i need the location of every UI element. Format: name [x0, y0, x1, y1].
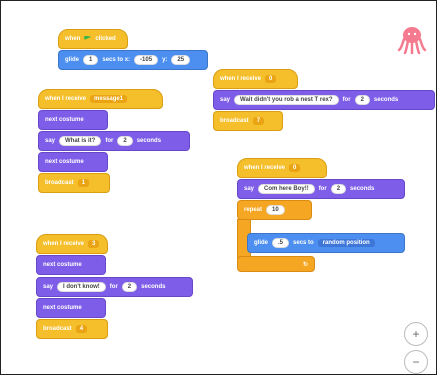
next-costume-label: next costume — [45, 117, 84, 123]
octopus-sprite-icon — [397, 27, 427, 55]
next-costume-label: next costume — [43, 262, 82, 268]
glide-mid-label: secs to x: — [102, 57, 131, 63]
zoom-out-icon: − — [412, 355, 420, 369]
repeat-label: repeat — [244, 207, 263, 213]
say-text-input[interactable]: I don't know! — [57, 282, 106, 292]
say-for-secs-block[interactable]: say What is it? for 2 seconds — [38, 131, 190, 151]
green-flag-icon — [84, 35, 92, 40]
glide-to-random-block[interactable]: glide .5 secs to random position — [247, 233, 405, 253]
say-unit-label: seconds — [373, 97, 399, 103]
repeat-count-input[interactable]: 10 — [266, 205, 285, 215]
glide-x-input[interactable]: -105 — [134, 55, 159, 65]
message-dropdown[interactable]: 0 — [289, 164, 301, 172]
next-costume-block[interactable]: next costume — [38, 110, 108, 130]
say-label: say — [244, 186, 255, 192]
say-for-label: for — [105, 138, 114, 144]
say-label: say — [45, 138, 56, 144]
say-unit-label: seconds — [136, 138, 162, 144]
glide-y-input[interactable]: 25 — [171, 55, 191, 65]
say-label: say — [43, 284, 54, 290]
loop-arrow-icon: ↻ — [302, 261, 308, 268]
message-dropdown[interactable]: 3 — [88, 240, 100, 248]
say-secs-input[interactable]: 2 — [117, 136, 133, 146]
glide-mid-label: secs to — [293, 240, 314, 246]
hat-label-2: clicked — [95, 36, 116, 42]
repeat-block[interactable]: repeat 10 — [237, 200, 312, 220]
next-costume-block[interactable]: next costume — [38, 152, 108, 172]
broadcast-block[interactable]: broadcast 7 — [213, 111, 283, 131]
say-text-input[interactable]: Wait didn't you rob a nest T rex? — [234, 95, 339, 105]
say-text-input[interactable]: Com here Boy!! — [258, 184, 315, 194]
broadcast-label: broadcast — [45, 180, 74, 186]
repeat-foot: ↻ — [237, 256, 315, 272]
say-secs-input[interactable]: 2 — [330, 184, 347, 194]
say-unit-label: seconds — [141, 284, 166, 290]
broadcast-dropdown[interactable]: 1 — [77, 179, 90, 187]
when-i-receive-hat[interactable]: when I receive message1 — [38, 89, 163, 109]
broadcast-dropdown[interactable]: 4 — [75, 325, 88, 333]
hat-label: when I receive — [43, 241, 85, 247]
say-for-label: for — [342, 97, 351, 103]
say-for-label: for — [318, 186, 327, 192]
say-secs-input[interactable]: 2 — [121, 282, 138, 292]
say-for-label: for — [109, 284, 118, 290]
next-costume-label: next costume — [45, 159, 84, 165]
broadcast-block[interactable]: broadcast 4 — [36, 319, 108, 339]
message-dropdown[interactable]: message1 — [90, 95, 128, 103]
when-flag-clicked-hat[interactable]: when clicked — [58, 29, 128, 49]
glide-secs-input[interactable]: 1 — [83, 55, 99, 65]
zoom-in-button[interactable]: + — [404, 322, 428, 346]
when-i-receive-hat[interactable]: when I receive 3 — [36, 234, 108, 254]
message-dropdown[interactable]: 0 — [265, 75, 277, 83]
say-unit-label: seconds — [350, 186, 375, 192]
glide-to-xy-block[interactable]: glide 1 secs to x: -105 y: 25 — [58, 50, 208, 70]
say-for-secs-block[interactable]: say Com here Boy!! for 2 seconds — [237, 179, 405, 199]
hat-label: when I receive — [45, 96, 87, 102]
say-label: say — [220, 97, 231, 103]
glide-target-dropdown[interactable]: random position — [317, 239, 375, 247]
say-secs-input[interactable]: 2 — [354, 95, 370, 105]
hat-label: when I receive — [220, 76, 262, 82]
next-costume-label: next costume — [43, 305, 82, 311]
broadcast-label: broadcast — [43, 326, 72, 332]
say-for-secs-block[interactable]: say I don't know! for 2 seconds — [36, 277, 193, 297]
hat-label: when I receive — [244, 165, 286, 171]
scripts-area[interactable]: when clicked glide 1 secs to x: -105 y: … — [0, 0, 437, 375]
zoom-in-icon: + — [412, 327, 420, 341]
when-i-receive-hat[interactable]: when I receive 0 — [213, 69, 298, 89]
broadcast-dropdown[interactable]: 7 — [252, 117, 265, 125]
glide-label: glide — [254, 240, 269, 246]
zoom-out-button[interactable]: − — [404, 350, 428, 374]
glide-y-label: y: — [162, 57, 168, 63]
next-costume-block[interactable]: next costume — [36, 255, 106, 275]
glide-label: glide — [65, 57, 80, 63]
broadcast-block[interactable]: broadcast 1 — [38, 173, 110, 193]
broadcast-label: broadcast — [220, 118, 249, 124]
say-for-secs-block[interactable]: say Wait didn't you rob a nest T rex? fo… — [213, 90, 435, 110]
when-i-receive-hat[interactable]: when I receive 0 — [237, 158, 327, 178]
hat-label: when — [65, 36, 81, 42]
say-text-input[interactable]: What is it? — [59, 136, 102, 146]
next-costume-block[interactable]: next costume — [36, 298, 106, 318]
glide-secs-input[interactable]: .5 — [272, 238, 290, 248]
